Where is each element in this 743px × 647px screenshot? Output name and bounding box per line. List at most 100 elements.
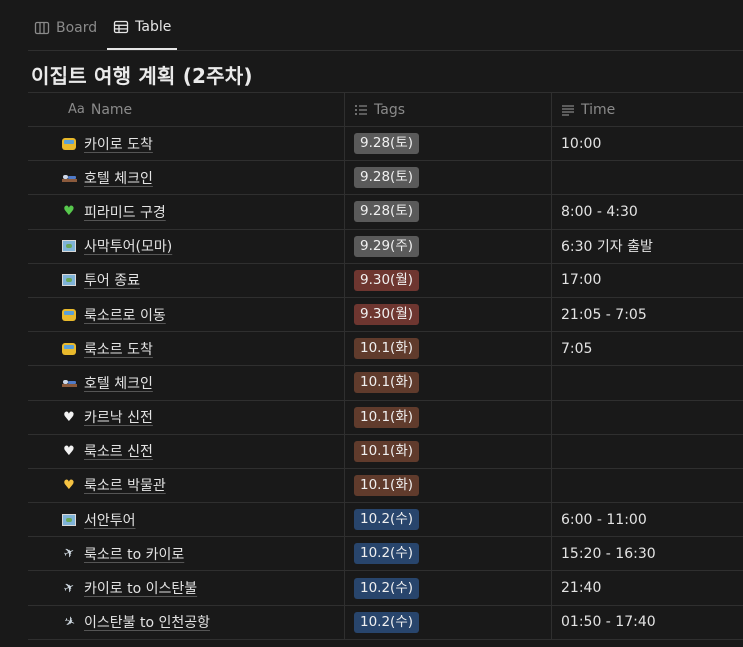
row-name[interactable]: 이스탄불 to 인천공항 xyxy=(84,612,210,632)
cell-tags[interactable]: 10.1(화) xyxy=(345,366,552,400)
row-time: 01:50 - 17:40 xyxy=(561,614,656,631)
cell-name[interactable]: 룩소르로 이동 xyxy=(28,297,345,332)
row-name[interactable]: 카르낙 신전 xyxy=(84,407,153,427)
column-header-time[interactable]: Time xyxy=(552,93,743,126)
cell-time[interactable] xyxy=(552,161,743,194)
table-row[interactable]: ♥ 룩소르 신전 10.1(화) xyxy=(28,434,743,469)
cell-time[interactable] xyxy=(552,366,743,399)
row-name[interactable]: 카이로 도착 xyxy=(84,134,153,154)
table-row[interactable]: ♥ 피라미드 구경 9.28(토) 8:00 - 4:30 xyxy=(28,195,743,230)
cell-time[interactable]: 7:05 xyxy=(552,332,743,365)
cell-name[interactable]: 투어 종료 xyxy=(28,263,345,297)
white-heart-icon: ♥ xyxy=(63,443,75,459)
row-time: 21:40 xyxy=(561,580,602,597)
cell-tags[interactable]: 10.1(화) xyxy=(345,468,552,503)
cell-name[interactable]: 사막투어(모마) xyxy=(28,229,345,263)
table-row[interactable]: 룩소르로 이동 9.30(월) 21:05 - 7:05 xyxy=(28,297,743,333)
column-header-tags[interactable]: Tags xyxy=(345,93,552,126)
cell-tags[interactable]: 9.30(월) xyxy=(345,297,552,332)
cell-tags[interactable]: 9.28(토) xyxy=(345,195,552,229)
tab-board[interactable]: Board xyxy=(28,1,103,50)
row-name[interactable]: 룩소르 신전 xyxy=(84,441,153,461)
tag-badge: 10.1(화) xyxy=(354,406,420,428)
cell-tags[interactable]: 10.1(화) xyxy=(345,332,552,366)
cell-tags[interactable]: 9.28(토) xyxy=(345,161,552,195)
cell-name[interactable]: ♥ 룩소르 신전 xyxy=(28,434,345,468)
cell-time[interactable]: 01:50 - 17:40 xyxy=(552,606,743,639)
cell-time[interactable]: 21:40 xyxy=(552,571,743,604)
cell-name[interactable]: ♥ 카르낙 신전 xyxy=(28,400,345,434)
row-time: 10:00 xyxy=(561,135,602,152)
table-body: 카이로 도착 9.28(토) 10:00 호텔 체크인 9.28(토) ♥ 피라미드 구경 9… xyxy=(28,127,743,640)
yellow-heart-icon: ♥ xyxy=(63,477,75,493)
table-row[interactable]: ♥ 카르낙 신전 10.1(화) xyxy=(28,400,743,435)
cell-name[interactable]: ✈ 룩소르 to 카이로 xyxy=(28,537,345,571)
tag-badge: 10.2(수) xyxy=(354,577,420,599)
cell-tags[interactable]: 9.30(월) xyxy=(345,263,552,297)
tag-badge: 9.28(토) xyxy=(354,201,420,223)
cell-name[interactable]: 호텔 체크인 xyxy=(28,161,345,195)
cell-tags[interactable]: 10.2(수) xyxy=(345,605,552,639)
cell-time[interactable]: 6:00 - 11:00 xyxy=(552,503,743,536)
cell-name[interactable]: ✈ 카이로 to 이스탄불 xyxy=(28,571,345,605)
row-name[interactable]: 룩소르 박물관 xyxy=(84,475,166,495)
row-name[interactable]: 룩소르로 이동 xyxy=(84,305,166,325)
table-row[interactable]: ✈ 카이로 to 이스탄불 10.2(수) 21:40 xyxy=(28,571,743,606)
tag-badge: 9.29(주) xyxy=(354,235,420,257)
table-row[interactable]: 서안투어 10.2(수) 6:00 - 11:00 xyxy=(28,503,743,538)
cell-tags[interactable]: 10.2(수) xyxy=(345,537,552,571)
cell-time[interactable]: 8:00 - 4:30 xyxy=(552,195,743,228)
column-header-name[interactable]: Aa Name xyxy=(28,93,345,126)
cell-tags[interactable]: 10.1(화) xyxy=(345,434,552,468)
table-row[interactable]: ✈ 이스탄불 to 인천공항 10.2(수) 01:50 - 17:40 xyxy=(28,605,743,640)
table-row[interactable]: 룩소르 도착 10.1(화) 7:05 xyxy=(28,332,743,367)
row-name[interactable]: 서안투어 xyxy=(84,510,136,530)
page-title: 이집트 여행 계획 (2주차) xyxy=(31,64,253,88)
table-row[interactable]: ✈ 룩소르 to 카이로 10.2(수) 15:20 - 16:30 xyxy=(28,537,743,572)
row-name[interactable]: 룩소르 도착 xyxy=(84,339,153,359)
text-type-icon: Aa xyxy=(68,102,85,117)
cell-name[interactable]: 룩소르 도착 xyxy=(28,332,345,366)
cell-name[interactable]: ✈ 이스탄불 to 인천공항 xyxy=(28,605,345,639)
cell-tags[interactable]: 10.2(수) xyxy=(345,571,552,605)
cell-tags[interactable]: 10.1(화) xyxy=(345,400,552,434)
table-row[interactable]: ♥ 룩소르 박물관 10.1(화) xyxy=(28,468,743,504)
airplane-arrival-icon: ✈ xyxy=(60,613,78,632)
bus-icon xyxy=(61,307,77,323)
row-time: 6:30 기자 출발 xyxy=(561,239,653,256)
table-row[interactable]: 카이로 도착 9.28(토) 10:00 xyxy=(28,127,743,162)
row-name[interactable]: 룩소르 to 카이로 xyxy=(84,544,184,564)
table-row[interactable]: 투어 종료 9.30(월) 17:00 xyxy=(28,263,743,298)
cell-time[interactable]: 17:00 xyxy=(552,264,743,297)
cell-time[interactable] xyxy=(552,435,743,468)
row-name[interactable]: 사막투어(모마) xyxy=(84,236,172,256)
cell-tags[interactable]: 9.28(토) xyxy=(345,127,552,161)
row-name[interactable]: 투어 종료 xyxy=(84,270,140,290)
table-row[interactable]: 호텔 체크인 9.28(토) xyxy=(28,161,743,196)
cell-time[interactable]: 6:30 기자 출발 xyxy=(552,230,743,263)
cell-name[interactable]: 호텔 체크인 xyxy=(28,366,345,400)
row-name[interactable]: 호텔 체크인 xyxy=(84,373,153,393)
table-header: Aa Name Tags Time xyxy=(28,92,743,127)
cell-name[interactable]: ♥ 피라미드 구경 xyxy=(28,195,345,229)
cell-name[interactable]: 카이로 도착 xyxy=(28,127,345,161)
table-row[interactable]: 호텔 체크인 10.1(화) xyxy=(28,366,743,401)
table-row[interactable]: 사막투어(모마) 9.29(주) 6:30 기자 출발 xyxy=(28,229,743,264)
cell-time[interactable]: 15:20 - 16:30 xyxy=(552,537,743,570)
row-name[interactable]: 피라미드 구경 xyxy=(84,202,166,222)
tab-table[interactable]: Table xyxy=(107,1,178,50)
cell-time[interactable] xyxy=(552,469,743,502)
cell-tags[interactable]: 9.29(주) xyxy=(345,229,552,263)
cell-name[interactable]: 서안투어 xyxy=(28,503,345,537)
row-name[interactable]: 호텔 체크인 xyxy=(84,168,153,188)
row-time: 7:05 xyxy=(561,340,593,357)
cell-time[interactable] xyxy=(552,401,743,434)
cell-time[interactable]: 10:00 xyxy=(552,127,743,160)
row-name[interactable]: 카이로 to 이스탄불 xyxy=(84,578,197,598)
bed-icon xyxy=(61,170,77,186)
cell-tags[interactable]: 10.2(수) xyxy=(345,503,552,537)
cell-time[interactable]: 21:05 - 7:05 xyxy=(552,298,743,331)
cell-name[interactable]: ♥ 룩소르 박물관 xyxy=(28,468,345,503)
map-icon xyxy=(61,272,77,288)
tag-badge: 9.30(월) xyxy=(354,304,420,326)
